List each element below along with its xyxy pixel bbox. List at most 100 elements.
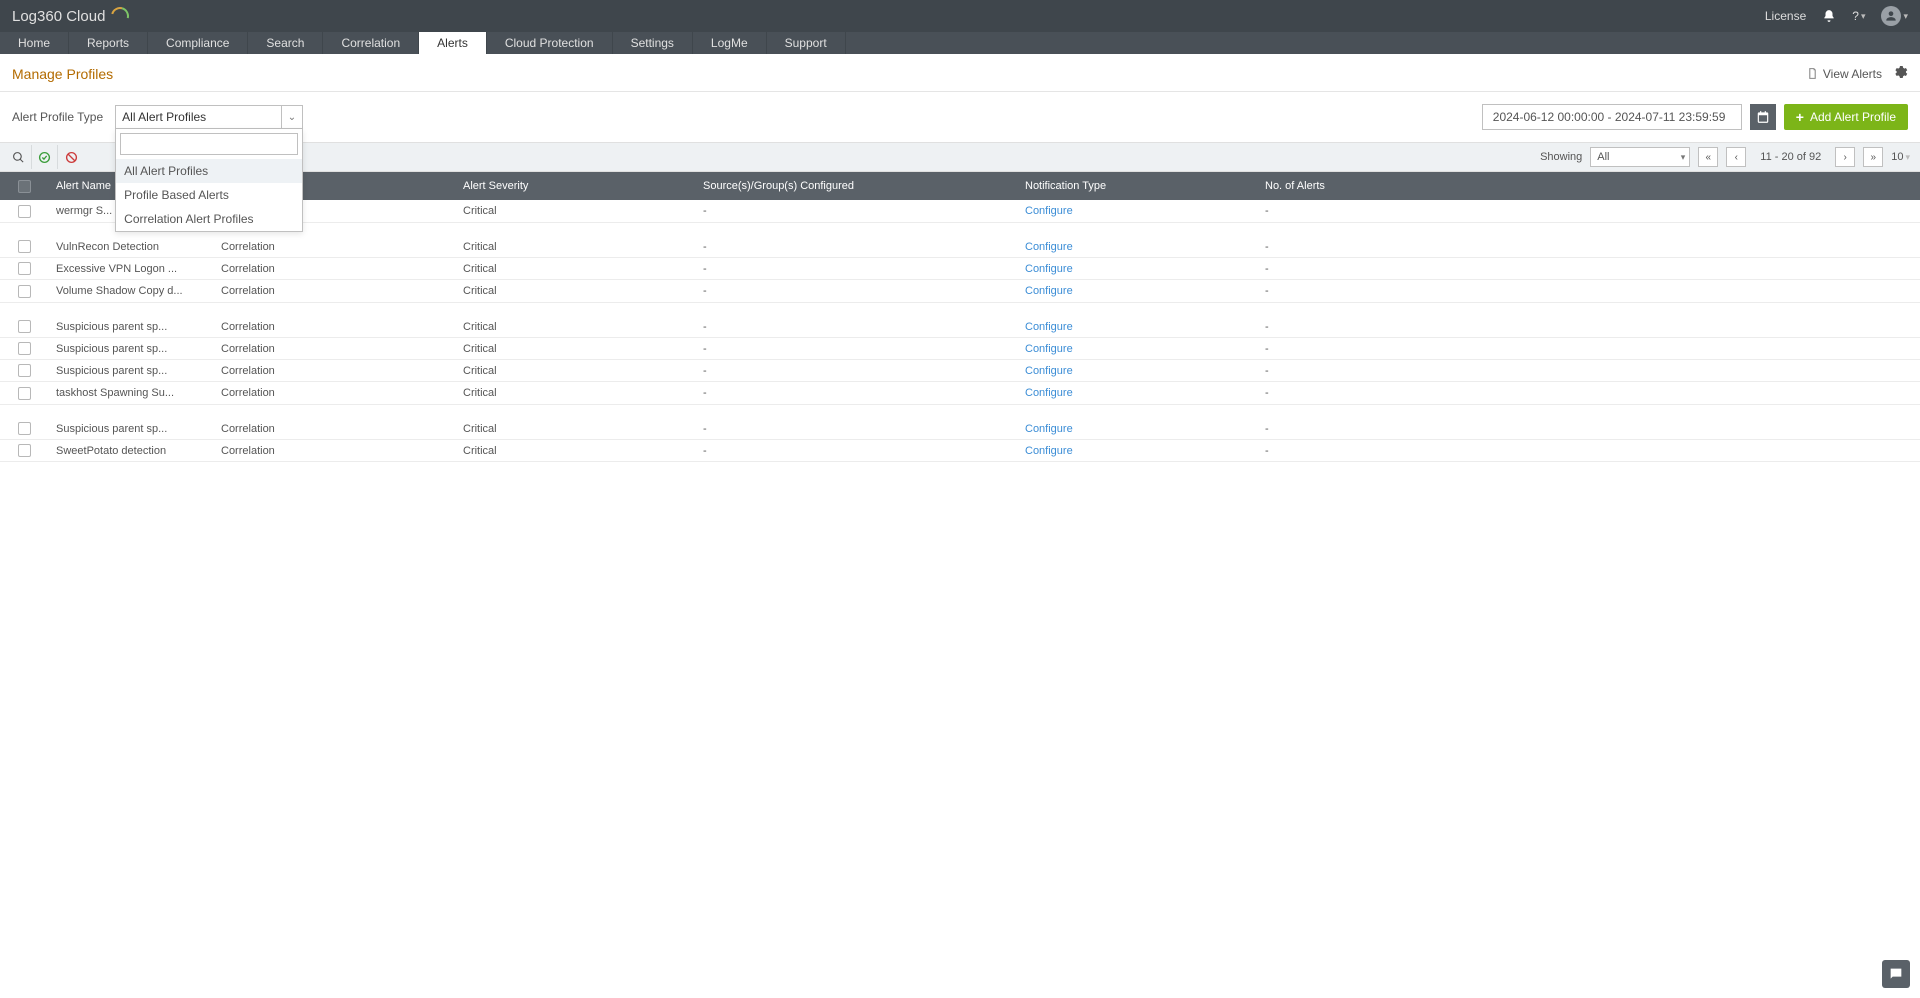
tab-cloud-protection[interactable]: Cloud Protection (487, 32, 613, 54)
brand-logo-icon (108, 4, 133, 29)
pager-first-button[interactable]: « (1698, 147, 1718, 167)
chat-button[interactable] (1882, 960, 1910, 988)
chevron-down-icon: ⌄ (281, 106, 296, 128)
cell-name: Suspicious parent sp... (48, 321, 213, 333)
configure-link[interactable]: Configure (1025, 365, 1073, 377)
plus-icon: + (1796, 109, 1804, 125)
date-range-display[interactable]: 2024-06-12 00:00:00 - 2024-07-11 23:59:5… (1482, 104, 1742, 130)
notifications-icon[interactable] (1822, 9, 1836, 23)
cell-count: - (1257, 365, 1920, 377)
configure-link[interactable]: Configure (1025, 241, 1073, 253)
cell-source: - (695, 263, 1017, 275)
cell-category: Correlation (213, 365, 455, 377)
user-menu[interactable]: ▾ (1881, 6, 1908, 26)
row-checkbox[interactable] (18, 262, 31, 275)
calendar-icon (1756, 110, 1770, 124)
cell-source: - (695, 387, 1017, 399)
pager-prev-button[interactable]: ‹ (1726, 147, 1746, 167)
row-checkbox[interactable] (18, 444, 31, 457)
select-all-checkbox[interactable] (18, 180, 31, 193)
tab-support[interactable]: Support (767, 32, 846, 54)
rows-per-page-select[interactable]: 10 ▾ (1891, 151, 1910, 163)
profile-type-option[interactable]: Profile Based Alerts (116, 183, 302, 207)
help-menu[interactable]: ?▾ (1852, 9, 1865, 23)
showing-label: Showing (1540, 151, 1582, 163)
profile-type-search-input[interactable] (120, 133, 298, 155)
row-checkbox[interactable] (18, 320, 31, 333)
cell-count: - (1257, 241, 1920, 253)
table-row: Suspicious parent sp...CorrelationCritic… (0, 316, 1920, 338)
document-icon (1806, 67, 1819, 80)
row-checkbox[interactable] (18, 240, 31, 253)
table-row: taskhost Spawning Su...CorrelationCritic… (0, 382, 1920, 404)
configure-link[interactable]: Configure (1025, 445, 1073, 457)
add-alert-profile-button[interactable]: + Add Alert Profile (1784, 104, 1908, 130)
cell-notification: Configure (1017, 445, 1257, 457)
row-checkbox[interactable] (18, 364, 31, 377)
cell-notification: Configure (1017, 343, 1257, 355)
cell-notification: Configure (1017, 365, 1257, 377)
tab-home[interactable]: Home (0, 32, 69, 54)
cell-source: - (695, 241, 1017, 253)
cell-notification: Configure (1017, 241, 1257, 253)
profile-type-option[interactable]: All Alert Profiles (116, 159, 302, 183)
col-source[interactable]: Source(s)/Group(s) Configured (695, 180, 1017, 192)
settings-gear-icon[interactable] (1892, 64, 1908, 83)
row-checkbox[interactable] (18, 422, 31, 435)
cell-name: Suspicious parent sp... (48, 423, 213, 435)
cell-severity: Critical (455, 285, 695, 297)
calendar-button[interactable] (1750, 104, 1776, 130)
cell-count: - (1257, 263, 1920, 275)
cell-name: taskhost Spawning Su... (48, 387, 213, 399)
tab-compliance[interactable]: Compliance (148, 32, 248, 54)
tab-correlation[interactable]: Correlation (323, 32, 419, 54)
tab-search[interactable]: Search (248, 32, 323, 54)
showing-filter-select[interactable]: All ▾ (1590, 147, 1690, 167)
tab-logme[interactable]: LogMe (693, 32, 767, 54)
pager-next-button[interactable]: › (1835, 147, 1855, 167)
cell-count: - (1257, 423, 1920, 435)
cell-source: - (695, 205, 1017, 217)
row-checkbox[interactable] (18, 285, 31, 298)
disable-icon[interactable] (58, 145, 84, 169)
cell-category: Correlation (213, 285, 455, 297)
tab-reports[interactable]: Reports (69, 32, 148, 54)
table-row: Suspicious parent sp...CorrelationCritic… (0, 338, 1920, 360)
configure-link[interactable]: Configure (1025, 387, 1073, 399)
avatar-icon (1881, 6, 1901, 26)
configure-link[interactable]: Configure (1025, 321, 1073, 333)
page-title: Manage Profiles (12, 66, 113, 82)
profile-type-toggle[interactable]: All Alert Profiles ⌄ (115, 105, 303, 129)
cell-category: Correlation (213, 321, 455, 333)
cell-count: - (1257, 321, 1920, 333)
table-row: Excessive VPN Logon ...CorrelationCritic… (0, 258, 1920, 280)
configure-link[interactable]: Configure (1025, 423, 1073, 435)
col-no-alerts[interactable]: No. of Alerts (1257, 180, 1920, 192)
row-checkbox[interactable] (18, 387, 31, 400)
table-row: SweetPotato detectionCorrelationCritical… (0, 440, 1920, 462)
col-notification[interactable]: Notification Type (1017, 180, 1257, 192)
col-severity[interactable]: Alert Severity (455, 180, 695, 192)
tab-alerts[interactable]: Alerts (419, 32, 487, 54)
configure-link[interactable]: Configure (1025, 263, 1073, 275)
enable-icon[interactable] (32, 145, 58, 169)
license-link[interactable]: License (1765, 9, 1806, 23)
header-right: License ?▾ ▾ (1765, 6, 1908, 26)
row-checkbox[interactable] (18, 205, 31, 218)
profile-type-dropdown[interactable]: All Alert Profiles ⌄ All Alert ProfilesP… (115, 105, 303, 129)
cell-severity: Critical (455, 263, 695, 275)
configure-link[interactable]: Configure (1025, 205, 1073, 217)
cell-notification: Configure (1017, 285, 1257, 297)
cell-notification: Configure (1017, 387, 1257, 399)
pager-last-button[interactable]: » (1863, 147, 1883, 167)
cell-name: Volume Shadow Copy d... (48, 285, 213, 297)
profile-type-option[interactable]: Correlation Alert Profiles (116, 207, 302, 231)
chat-icon (1888, 966, 1904, 982)
search-icon[interactable] (6, 145, 32, 169)
row-checkbox[interactable] (18, 342, 31, 355)
configure-link[interactable]: Configure (1025, 343, 1073, 355)
tab-settings[interactable]: Settings (613, 32, 693, 54)
cell-name: Suspicious parent sp... (48, 365, 213, 377)
view-alerts-link[interactable]: View Alerts (1806, 67, 1882, 81)
configure-link[interactable]: Configure (1025, 285, 1073, 297)
